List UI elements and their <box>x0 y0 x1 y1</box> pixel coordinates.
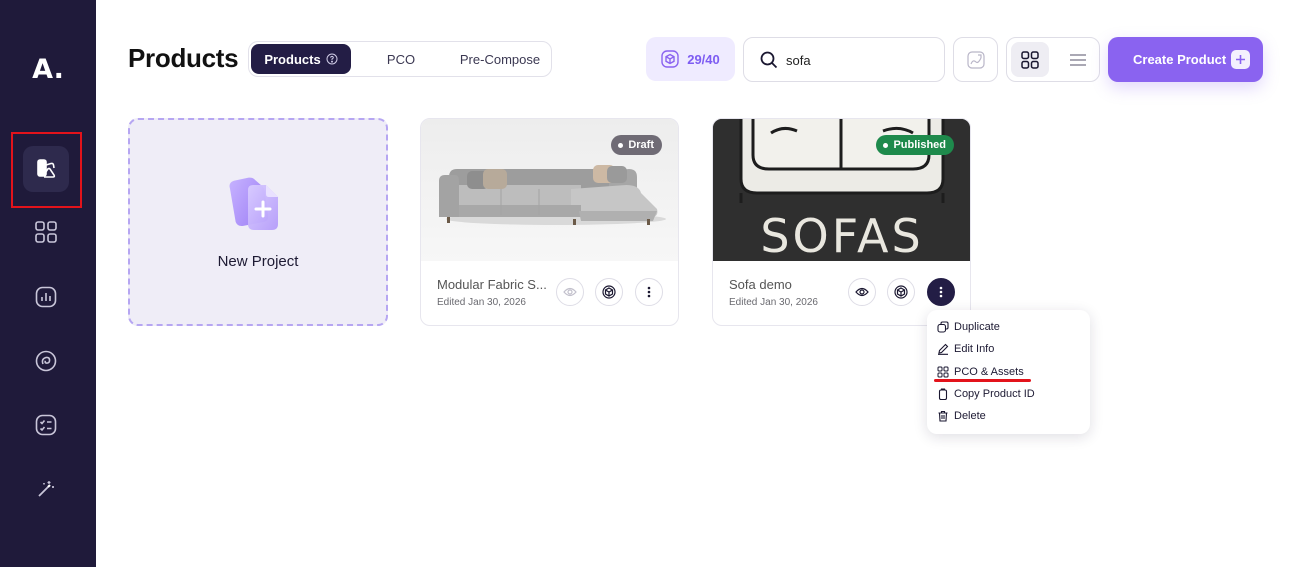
grid-icon <box>35 221 57 243</box>
search-box[interactable] <box>743 37 945 82</box>
product-name: Modular Fabric S... <box>437 277 547 292</box>
plus-icon <box>1231 50 1250 69</box>
cube-3d-icon <box>602 285 616 299</box>
preview-button[interactable] <box>848 278 876 306</box>
status-badge: Draft <box>611 135 662 155</box>
grid-icon <box>1021 50 1039 69</box>
checklist-icon <box>35 414 57 436</box>
status-text: Draft <box>628 139 654 151</box>
grid-icon <box>937 366 949 378</box>
thumbnail-sofas-text: SOFAS <box>760 209 923 261</box>
create-product-label: Create Product <box>1133 52 1227 67</box>
duplicate-icon <box>937 321 949 333</box>
product-edited-date: Edited Jan 30, 2026 <box>729 297 818 308</box>
view-toggle <box>1006 37 1100 82</box>
tab-pre-compose[interactable]: Pre-Compose <box>449 44 551 74</box>
list-icon <box>1070 53 1086 66</box>
product-name: Sofa demo <box>729 277 792 292</box>
status-dot <box>883 142 889 148</box>
copy-icon <box>938 388 948 400</box>
menu-item-duplicate[interactable]: Duplicate <box>937 318 1000 336</box>
menu-item-label: Edit Info <box>954 343 995 355</box>
menu-item-label: Duplicate <box>954 321 1000 333</box>
new-project-card[interactable]: New Project <box>128 118 388 326</box>
create-product-button[interactable]: Create Product <box>1108 37 1263 82</box>
menu-item-copy-product-id[interactable]: Copy Product ID <box>937 385 1035 403</box>
3d-view-button[interactable] <box>595 278 623 306</box>
help-icon[interactable] <box>326 53 338 65</box>
pencil-icon <box>938 343 949 355</box>
swirl-icon <box>35 350 57 372</box>
tab-pco[interactable]: PCO <box>353 44 449 74</box>
3d-view-button[interactable] <box>887 278 915 306</box>
more-options-button[interactable] <box>927 278 955 306</box>
product-thumbnail[interactable]: SOFAS Published <box>713 119 970 261</box>
quota-badge[interactable]: 29/40 <box>646 37 735 81</box>
product-edited-date: Edited Jan 30, 2026 <box>437 297 526 308</box>
more-vertical-icon <box>939 286 943 298</box>
menu-item-edit-info[interactable]: Edit Info <box>937 340 994 358</box>
status-dot <box>618 142 624 148</box>
status-text: Published <box>893 139 946 151</box>
search-input[interactable] <box>786 50 936 70</box>
product-card[interactable]: Draft Modular Fabric S... Edited Jan 30,… <box>420 118 679 326</box>
product-thumbnail[interactable]: Draft <box>421 119 678 261</box>
image-search-icon <box>966 50 985 69</box>
view-tabs: Products PCO Pre-Compose <box>248 41 552 77</box>
annotation-highlight-box <box>11 132 82 208</box>
menu-item-label: Delete <box>954 410 986 422</box>
sidebar-item-analytics[interactable] <box>23 274 69 320</box>
menu-item-label: Copy Product ID <box>954 388 1035 400</box>
grid-view-button[interactable] <box>1011 42 1049 77</box>
sidebar-item-apps[interactable] <box>23 209 69 255</box>
trash-icon <box>938 410 948 422</box>
chart-icon <box>35 286 57 308</box>
magic-wand-icon <box>38 481 54 497</box>
app-logo[interactable]: A. <box>0 54 96 85</box>
image-search-button[interactable] <box>953 37 998 82</box>
cube-3d-icon <box>894 285 908 299</box>
quota-text: 29/40 <box>687 51 720 67</box>
tab-label: Products <box>264 51 321 67</box>
annotation-underline <box>934 379 1031 382</box>
list-view-button[interactable] <box>1059 42 1097 77</box>
status-badge: Published <box>876 135 954 155</box>
more-vertical-icon <box>647 286 651 298</box>
product-card[interactable]: SOFAS Published Sofa demo Edited Jan 30,… <box>712 118 971 326</box>
new-project-label: New Project <box>217 253 299 270</box>
tab-products[interactable]: Products <box>251 44 351 74</box>
new-project-icon <box>229 177 278 230</box>
tab-label: PCO <box>386 51 416 67</box>
product-options-menu: Duplicate Edit Info PCO & Assets Copy Pr… <box>927 310 1090 434</box>
eye-icon <box>563 287 577 297</box>
page-title: Products <box>128 43 239 73</box>
sidebar-item-tasks[interactable] <box>23 402 69 448</box>
menu-item-delete[interactable]: Delete <box>937 407 986 425</box>
menu-item-label: PCO & Assets <box>954 366 1024 378</box>
preview-button[interactable] <box>556 278 584 306</box>
sidebar-item-magic[interactable] <box>23 466 69 512</box>
sidebar-item-integrations[interactable] <box>23 338 69 384</box>
sidebar: A. <box>0 0 96 567</box>
eye-icon <box>855 287 869 297</box>
search-icon <box>760 51 778 69</box>
tab-label: Pre-Compose <box>459 51 541 67</box>
cube-icon <box>661 50 679 68</box>
more-options-button[interactable] <box>635 278 663 306</box>
